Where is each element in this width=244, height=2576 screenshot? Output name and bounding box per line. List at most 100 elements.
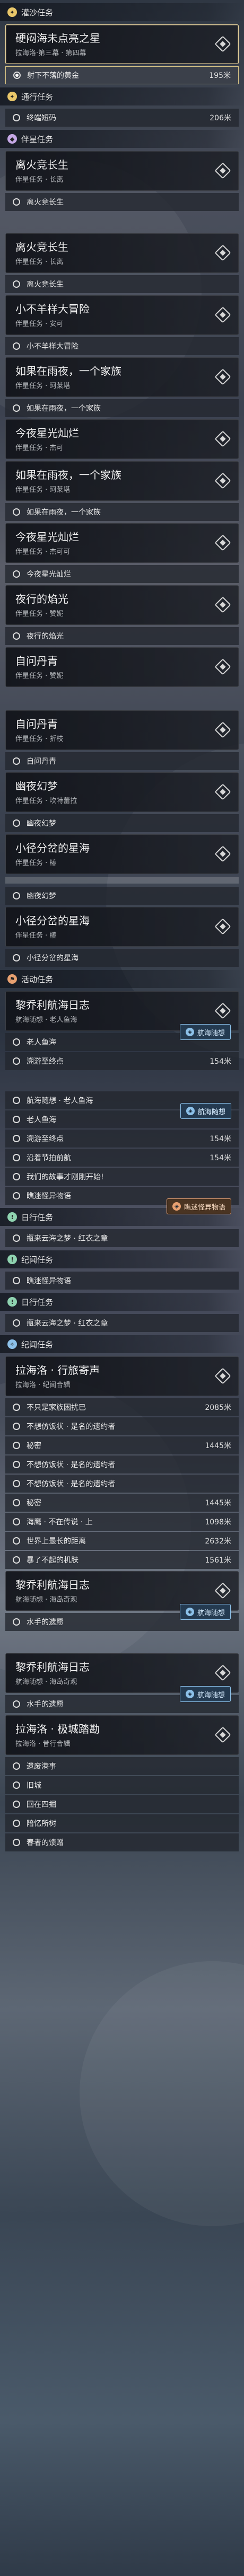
quest-card[interactable]: 幽夜幻梦 伴星任务 · 坎特蕾拉 [5, 772, 239, 812]
quest-objective[interactable]: 陪忆所树 [5, 1814, 239, 1832]
section-label: 纪闻任务 [21, 1255, 54, 1265]
quest-objective[interactable]: 离火竞长生 [5, 193, 239, 211]
quest-objective[interactable]: 遗废港事 [5, 1757, 239, 1775]
quest-objective[interactable]: 旧城 [5, 1776, 239, 1794]
objective-text: 如果在雨夜，一个家族 [27, 404, 101, 413]
quest-card[interactable]: 夜行的焰光 伴星任务 · 赞妮 [5, 585, 239, 625]
quest-objective[interactable]: 瞧迷怪异物语 ◈ 瞧迷怪异物语 [5, 1187, 239, 1214]
quest-objective[interactable]: 世界上最长的距离 2632米 [5, 1532, 239, 1550]
quest-objective[interactable]: 海鹰 · 不在传说 · 上 1098米 [5, 1513, 239, 1531]
quest-objective[interactable]: 沿着节拍前航 154米 [5, 1149, 239, 1167]
quest-objective[interactable]: 今夜星光灿烂 [5, 565, 239, 583]
quest-card[interactable]: 小不羊样大冒险 伴星任务 · 安可 [5, 295, 239, 335]
quest-card[interactable]: 离火竞长生 伴星任务 · 长离 [5, 151, 239, 191]
quest-objective[interactable]: 溯游至终点 154米 [5, 1130, 239, 1148]
quest-objective[interactable]: 小不羊样大冒险 [5, 337, 239, 355]
quest-card[interactable]: 如果在雨夜，一个家族 伴星任务 · 珂莱塔 [5, 357, 239, 397]
quest-card[interactable]: 小径分岔的星海 伴星任务 · 椿 [5, 907, 239, 947]
quest-objective[interactable]: 射下不落的黄金 195米 [5, 66, 239, 84]
section-header[interactable]: ✦ 灌沙任务 [0, 3, 244, 21]
event-badge[interactable]: ◈ 航海随想 [180, 1103, 231, 1119]
objective-distance: 1561米 [205, 1556, 231, 1565]
section-header[interactable]: ✧ 纪闻任务 [0, 1335, 244, 1353]
quest-title: 黎乔利航海日志 [15, 1578, 90, 1591]
objective-distance: 2085米 [205, 1404, 231, 1412]
quest-objective[interactable]: 不只是家族困扰已 2085米 [5, 1398, 239, 1416]
quest-objective[interactable]: 航海随想 · 老人鱼海 ◈ 航海随想 [5, 1091, 239, 1119]
quest-objective[interactable]: 瓶来云海之梦 · 红衣之章 [5, 1229, 239, 1247]
quest-objective[interactable]: 夜行的焰光 [5, 627, 239, 645]
quest-card[interactable]: 如果在雨夜，一个家族 伴星任务 · 珂莱塔 [5, 461, 239, 501]
quest-objective[interactable]: 我们的故事才刚刚开始! [5, 1168, 239, 1186]
section-header[interactable]: ! 纪闻任务 [0, 1250, 244, 1268]
quest-objective[interactable]: 不想仿饭状 · 是名的遗约者 [5, 1475, 239, 1493]
quest-objective[interactable]: 终端短码 206米 [5, 109, 239, 127]
quest-objective[interactable]: 秘密 1445米 [5, 1436, 239, 1454]
objective-text: 遗废港事 [27, 1762, 56, 1771]
quest-subtitle: 伴星任务 · 杰可 [15, 444, 64, 452]
objective-radio-icon [13, 1423, 20, 1430]
objective-radio-icon [13, 1499, 20, 1506]
quest-card[interactable]: 拉海洛 · 行旅寄声 拉海洛 · 纪闻合辑 [5, 1356, 239, 1396]
objective-text: 陪忆所树 [27, 1820, 56, 1828]
objective-text: 离火竞长生 [27, 280, 64, 289]
quest-title: 黎乔利航海日志 [15, 999, 90, 1011]
quest-card[interactable]: 离火竞长生 伴星任务 · 长离 [5, 233, 239, 273]
section-header[interactable]: ✦ 通行任务 [0, 87, 244, 105]
section-header[interactable]: ⚑ 活动任务 [0, 970, 244, 988]
objective-radio-icon [13, 1116, 20, 1123]
quest-objective[interactable]: 如果在雨夜，一个家族 [5, 503, 239, 521]
quest-objective[interactable]: 如果在雨夜，一个家族 [5, 399, 239, 417]
quest-objective[interactable]: 春者的馈赠 [5, 1833, 239, 1851]
section-header[interactable]: ◆ 伴星任务 [0, 130, 244, 148]
objective-radio-icon [13, 1518, 20, 1525]
quest-objective[interactable]: 自问丹青 [5, 752, 239, 770]
objective-radio-icon [13, 1038, 20, 1046]
objective-text: 瓶来云海之梦 · 红衣之章 [27, 1319, 108, 1328]
quest-card[interactable]: 今夜星光灿烂 伴星任务 · 杰可 [5, 419, 239, 459]
objective-text: 秘密 [27, 1499, 41, 1507]
quest-card[interactable]: 自问丹青 伴星任务 · 赞妮 [5, 647, 239, 687]
quest-subtitle: 拉海洛·第三幕 · 第四幕 [15, 49, 86, 57]
quest-card[interactable]: 自问丹青 伴星任务 · 折枝 [5, 710, 239, 750]
quest-objective[interactable]: 离火竞长生 [5, 275, 239, 293]
quest-card[interactable]: 今夜星光灿烂 伴星任务 · 杰可可 [5, 523, 239, 563]
quest-objective[interactable]: 瞧迷怪异物语 [5, 1272, 239, 1290]
book-icon: ◆ [7, 134, 17, 144]
quest-card[interactable]: 小径分岔的星海 伴星任务 · 椿 [5, 834, 239, 874]
quest-objective[interactable]: 溯游至终点 154米 [5, 1052, 239, 1070]
quest-objective[interactable]: 幽夜幻梦 [5, 814, 239, 832]
quest-objective[interactable]: 不想仿饭状 · 是名的遗约者 [5, 1417, 239, 1435]
quest-title: 拉海洛 · 行旅寄声 [15, 1364, 100, 1377]
quest-objective[interactable]: 不想仿饭状 · 是名的遗约者 [5, 1455, 239, 1474]
event-badge[interactable]: ◈ 航海随想 [179, 1024, 231, 1040]
quest-card[interactable]: 黎乔利航海日志 航海随想 · 老人鱼海 ◈ 航海随想 [5, 991, 239, 1040]
quest-objective[interactable]: 小径分岔的星海 [5, 949, 239, 967]
quest-card[interactable]: 黎乔利航海日志 航海随想 · 海岛奇观 ◈ 航海随想 [5, 1571, 239, 1620]
quest-subtitle: 拉海洛 · 昔行合辑 [15, 1740, 71, 1748]
event-badge[interactable]: ◈ 瞧迷怪异物语 [166, 1198, 231, 1214]
quest-objective[interactable]: 瓶来云海之梦 · 红衣之章 [5, 1314, 239, 1332]
objective-radio-icon [13, 892, 20, 899]
quest-card[interactable]: 拉海洛 · 极城踏勘 拉海洛 · 昔行合辑 [5, 1715, 239, 1755]
objective-text: 瞧迷怪异物语 [27, 1277, 71, 1285]
quest-title: 小不羊样大冒险 [15, 303, 90, 315]
quest-objective[interactable]: 暴了不起的机肤 1561米 [5, 1551, 239, 1569]
quest-objective[interactable]: 回在四掘 [5, 1795, 239, 1813]
quest-objective[interactable]: 幽夜幻梦 [5, 887, 239, 905]
quest-title: 小径分岔的星海 [15, 914, 90, 927]
section-label: 活动任务 [21, 974, 54, 984]
quest-icon: ! [7, 1255, 17, 1264]
section-label: 纪闻任务 [21, 1339, 54, 1349]
objective-text: 小径分岔的星海 [27, 954, 79, 963]
section-header[interactable]: ! 日行任务 [0, 1293, 244, 1311]
quest-card[interactable]: 黎乔利航海日志 航海随想 · 海岛奇观 ◈ 航海随想 [5, 1653, 239, 1702]
objective-radio-icon [13, 632, 20, 640]
quest-card[interactable]: 硬闷海未点亮之星 拉海洛·第三幕 · 第四幕 [5, 24, 239, 64]
quest-title: 如果在雨夜，一个家族 [15, 469, 121, 481]
quest-objective[interactable]: 秘密 1445米 [5, 1494, 239, 1512]
event-badge[interactable]: ◈ 航海随想 [179, 1604, 231, 1620]
event-badge-label: 航海随想 [197, 1108, 225, 1116]
quest-subtitle: 伴星任务 · 赞妮 [15, 672, 64, 680]
event-badge[interactable]: ◈ 航海随想 [179, 1686, 231, 1702]
